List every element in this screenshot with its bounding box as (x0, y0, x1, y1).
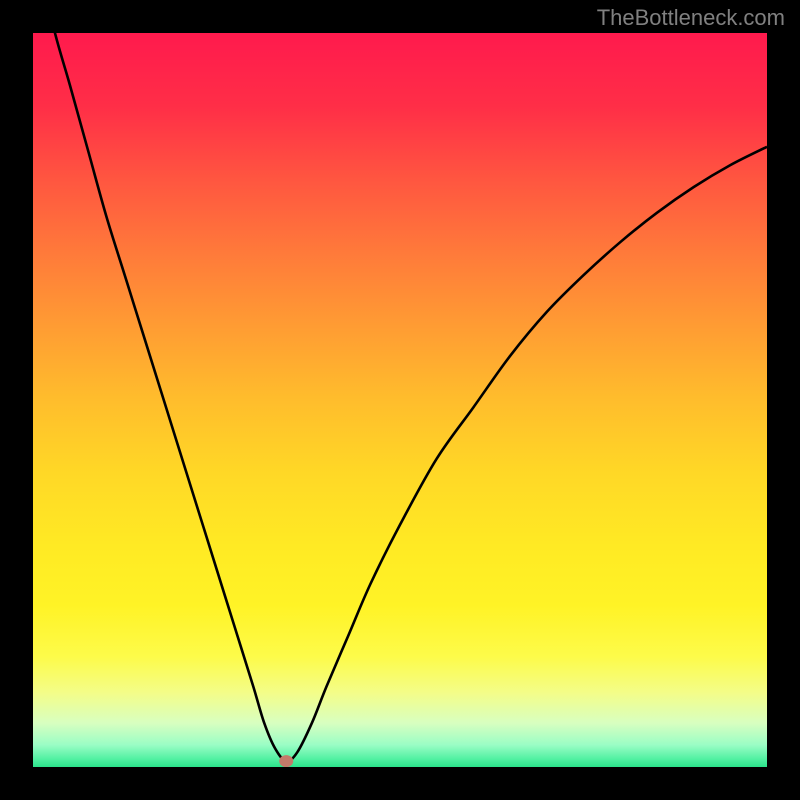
plot-area (33, 33, 767, 767)
optimum-marker (279, 755, 293, 767)
watermark-text: TheBottleneck.com (597, 5, 785, 31)
chart-container: TheBottleneck.com (0, 0, 800, 800)
curve-layer (33, 33, 767, 767)
bottleneck-curve (33, 33, 767, 761)
